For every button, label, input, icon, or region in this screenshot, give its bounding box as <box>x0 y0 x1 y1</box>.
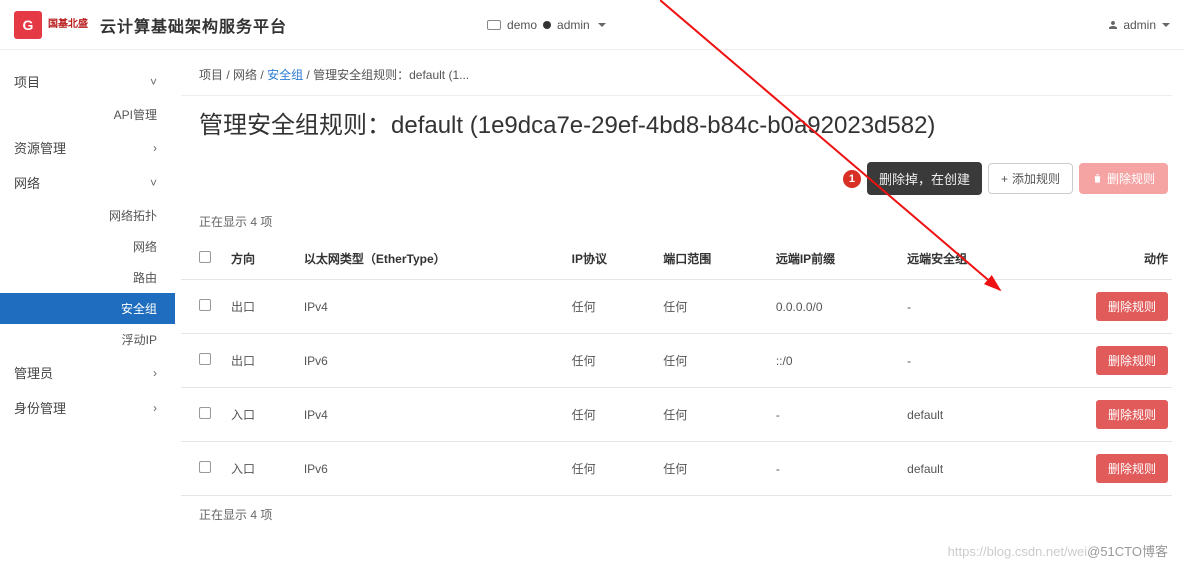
chevron-right-icon: › <box>153 366 157 380</box>
sidebar: 项目 ˅ API管理 资源管理 › 网络 ˅ 网络拓扑 网络 路由 安全组 浮动… <box>0 50 175 570</box>
user-name: admin <box>1123 18 1156 32</box>
page-title: 管理安全组规则：default (1e9dca7e-29ef-4bd8-b84c… <box>181 96 1172 150</box>
cell-prefix: - <box>766 442 897 496</box>
user-icon <box>1107 19 1119 31</box>
topbar: G 国基北盛 云计算基础架构服务平台 demo admin admin <box>0 0 1184 50</box>
cell-protocol: 任何 <box>562 334 654 388</box>
sidebar-sub-routers[interactable]: 路由 <box>0 262 175 293</box>
annotation: 1 删除掉，在创建 <box>843 162 982 195</box>
count-top: 正在显示 4 项 <box>181 203 1172 238</box>
caret-down-icon <box>1162 23 1170 27</box>
crumb-security-group[interactable]: 安全组 <box>267 68 303 82</box>
annotation-text: 删除掉，在创建 <box>867 162 982 195</box>
user-menu[interactable]: admin <box>1107 18 1170 32</box>
sidebar-sub-floating-ip[interactable]: 浮动IP <box>0 324 175 355</box>
table-row: 入口 IPv4 任何 任何 - default 删除规则 <box>181 388 1172 442</box>
delete-rule-button[interactable]: 删除规则 <box>1096 400 1168 429</box>
delete-rule-button[interactable]: 删除规则 <box>1096 346 1168 375</box>
col-action: 动作 <box>1030 238 1172 280</box>
sidebar-item-resources[interactable]: 资源管理 › <box>0 130 175 165</box>
count-bottom: 正在显示 4 项 <box>181 496 1172 531</box>
delete-rule-button[interactable]: 删除规则 <box>1096 292 1168 321</box>
dot-icon <box>543 21 551 29</box>
col-ethertype[interactable]: 以太网类型（EtherType） <box>294 238 562 280</box>
table-row: 入口 IPv6 任何 任何 - default 删除规则 <box>181 442 1172 496</box>
chevron-right-icon: › <box>153 141 157 155</box>
col-protocol[interactable]: IP协议 <box>562 238 654 280</box>
logo-icon: G <box>14 11 42 39</box>
cell-protocol: 任何 <box>562 442 654 496</box>
cell-protocol: 任何 <box>562 388 654 442</box>
col-remote-group[interactable]: 远端安全组 <box>897 238 1029 280</box>
cell-direction: 出口 <box>221 280 294 334</box>
crumb-project[interactable]: 项目 <box>199 68 223 82</box>
cell-prefix: - <box>766 388 897 442</box>
main-content: 项目 / 网络 / 安全组 / 管理安全组规则：default (1... 管理… <box>175 50 1184 570</box>
cell-prefix: 0.0.0.0/0 <box>766 280 897 334</box>
cell-direction: 出口 <box>221 334 294 388</box>
col-direction[interactable]: 方向 <box>221 238 294 280</box>
row-checkbox[interactable] <box>199 353 211 365</box>
project-switcher[interactable]: demo admin <box>487 18 606 32</box>
table-row: 出口 IPv4 任何 任何 0.0.0.0/0 - 删除规则 <box>181 280 1172 334</box>
sidebar-sub-topology[interactable]: 网络拓扑 <box>0 200 175 231</box>
cell-ethertype: IPv6 <box>294 334 562 388</box>
cell-ethertype: IPv4 <box>294 388 562 442</box>
cell-port: 任何 <box>653 388 766 442</box>
sidebar-sub-api[interactable]: API管理 <box>0 99 175 130</box>
cell-direction: 入口 <box>221 442 294 496</box>
crumb-network[interactable]: 网络 <box>233 68 257 82</box>
table-header-row: 方向 以太网类型（EtherType） IP协议 端口范围 远端IP前缀 远端安… <box>181 238 1172 280</box>
toolbar: 1 删除掉，在创建 + 添加规则 删除规则 <box>181 150 1172 203</box>
cell-direction: 入口 <box>221 388 294 442</box>
caret-down-icon <box>598 23 606 27</box>
logo[interactable]: G 国基北盛 云计算基础架构服务平台 <box>14 11 287 39</box>
user-scope-label: admin <box>557 18 590 32</box>
cell-port: 任何 <box>653 280 766 334</box>
project-label: demo <box>507 18 537 32</box>
select-all-checkbox[interactable] <box>199 251 211 263</box>
row-checkbox[interactable] <box>199 461 211 473</box>
crumb-current: 管理安全组规则：default (1... <box>313 68 469 82</box>
col-port[interactable]: 端口范围 <box>653 238 766 280</box>
cell-protocol: 任何 <box>562 280 654 334</box>
sidebar-item-project[interactable]: 项目 ˅ <box>0 64 175 99</box>
table-row: 出口 IPv6 任何 任何 ::/0 - 删除规则 <box>181 334 1172 388</box>
rules-table: 方向 以太网类型（EtherType） IP协议 端口范围 远端IP前缀 远端安… <box>181 238 1172 496</box>
project-icon <box>487 20 501 30</box>
breadcrumb: 项目 / 网络 / 安全组 / 管理安全组规则：default (1... <box>181 50 1172 96</box>
cell-ethertype: IPv4 <box>294 280 562 334</box>
cell-port: 任何 <box>653 442 766 496</box>
brand-small: 国基北盛 <box>48 20 88 30</box>
row-checkbox[interactable] <box>199 299 211 311</box>
row-checkbox[interactable] <box>199 407 211 419</box>
trash-icon <box>1092 173 1103 184</box>
delete-rule-button[interactable]: 删除规则 <box>1096 454 1168 483</box>
chevron-down-icon: ˅ <box>150 75 157 89</box>
sidebar-item-identity[interactable]: 身份管理 › <box>0 390 175 425</box>
cell-group: default <box>897 388 1029 442</box>
sidebar-sub-security-groups[interactable]: 安全组 <box>0 293 175 324</box>
sidebar-sub-networks[interactable]: 网络 <box>0 231 175 262</box>
watermark: https://blog.csdn.net/wei@51CTO博客 <box>948 541 1168 560</box>
annotation-badge: 1 <box>843 170 861 188</box>
cell-group: default <box>897 442 1029 496</box>
cell-prefix: ::/0 <box>766 334 897 388</box>
cell-ethertype: IPv6 <box>294 442 562 496</box>
platform-title: 云计算基础架构服务平台 <box>100 13 287 37</box>
cell-group: - <box>897 334 1029 388</box>
chevron-down-icon: ˅ <box>150 176 157 190</box>
sidebar-item-admin[interactable]: 管理员 › <box>0 355 175 390</box>
delete-rules-button[interactable]: 删除规则 <box>1079 163 1168 194</box>
col-prefix[interactable]: 远端IP前缀 <box>766 238 897 280</box>
sidebar-item-network[interactable]: 网络 ˅ <box>0 165 175 200</box>
chevron-right-icon: › <box>153 401 157 415</box>
cell-group: - <box>897 280 1029 334</box>
cell-port: 任何 <box>653 334 766 388</box>
plus-icon: + <box>1001 172 1008 186</box>
add-rule-button[interactable]: + 添加规则 <box>988 163 1073 194</box>
